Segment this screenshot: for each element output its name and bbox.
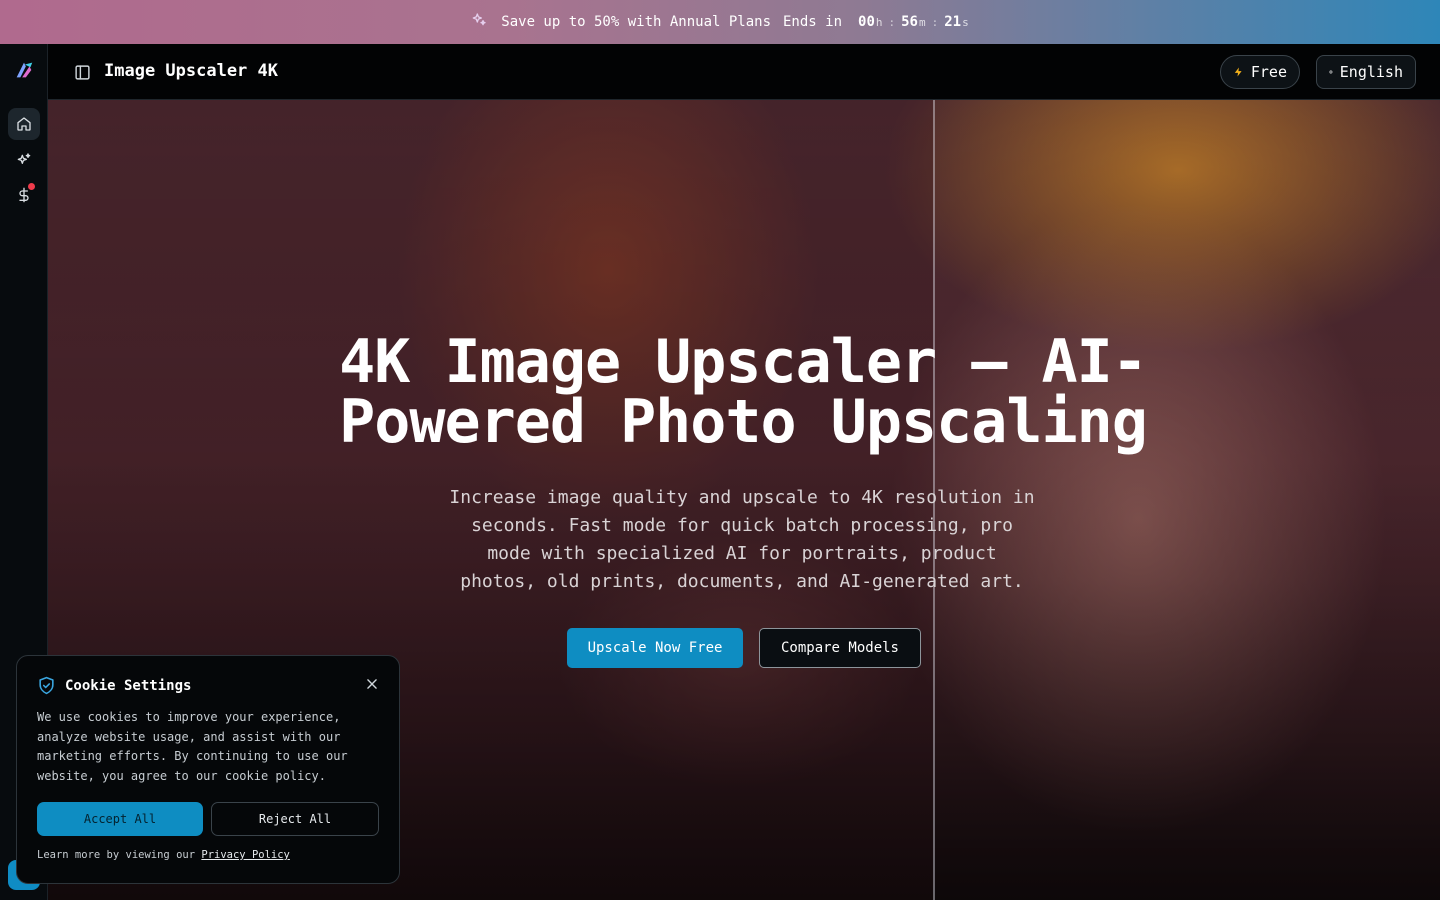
privacy-policy-link[interactable]: Privacy Policy xyxy=(201,849,290,861)
accept-all-button[interactable]: Accept All xyxy=(37,802,203,836)
plan-badge-button[interactable]: Free xyxy=(1220,55,1300,89)
countdown-hours: 00 xyxy=(858,14,875,30)
sidebar-item-ai-tools[interactable] xyxy=(8,144,40,176)
promo-message: Save up to 50% with Annual Plans xyxy=(501,14,771,30)
plan-label: Free xyxy=(1250,63,1287,81)
promo-banner[interactable]: Save up to 50% with Annual Plans Ends in… xyxy=(0,0,1440,44)
language-label: English xyxy=(1339,63,1403,81)
countdown-separator: : xyxy=(931,16,939,29)
countdown-hours-unit: h xyxy=(875,16,883,29)
close-icon[interactable] xyxy=(365,676,379,690)
cookie-footer: Learn more by viewing our Privacy Policy xyxy=(37,849,290,861)
notification-dot xyxy=(28,183,35,190)
cookie-footer-text: Learn more by viewing our xyxy=(37,849,196,861)
home-icon xyxy=(17,117,31,131)
sidebar-item-pricing[interactable] xyxy=(8,179,40,211)
hero-subtitle: Increase image quality and upscale to 4K… xyxy=(449,487,1035,592)
hero-title-line-2: Powered Photo Upscaling xyxy=(339,387,1148,457)
compare-models-button[interactable]: Compare Models xyxy=(759,628,921,668)
countdown-seconds-unit: s xyxy=(962,16,969,29)
countdown-separator: : xyxy=(888,16,896,29)
sparkle-icon xyxy=(471,12,487,32)
shield-check-icon xyxy=(39,676,54,695)
countdown-minutes-unit: m xyxy=(918,16,926,29)
cookie-header: Cookie Settings xyxy=(37,676,191,695)
upscale-now-button[interactable]: Upscale Now Free xyxy=(567,628,743,668)
countdown-seconds: 21 xyxy=(944,14,962,30)
countdown-minutes: 56 xyxy=(901,14,918,30)
reject-all-button[interactable]: Reject All xyxy=(211,802,379,836)
cookie-dialog: Cookie Settings We use cookies to improv… xyxy=(16,655,400,884)
globe-icon xyxy=(1329,70,1333,74)
hero-title: 4K Image Upscaler — AI- Powered Photo Up… xyxy=(268,332,1218,452)
countdown-timer: 00 h : 56 m : 21 s xyxy=(858,14,969,30)
page-title: Image Upscaler 4K xyxy=(104,61,278,81)
logo-icon[interactable] xyxy=(13,59,35,81)
promo-ends-label: Ends in xyxy=(783,14,843,30)
language-selector[interactable]: English xyxy=(1316,55,1416,89)
sidebar-toggle-icon[interactable] xyxy=(74,64,91,81)
cookie-description: We use cookies to improve your experienc… xyxy=(37,710,348,783)
top-header: Image Upscaler 4K Free English xyxy=(48,44,1440,100)
sparkles-icon xyxy=(17,153,31,164)
cookie-title: Cookie Settings xyxy=(65,677,192,694)
lightning-icon xyxy=(1234,67,1242,77)
sidebar-item-home[interactable] xyxy=(8,108,40,140)
